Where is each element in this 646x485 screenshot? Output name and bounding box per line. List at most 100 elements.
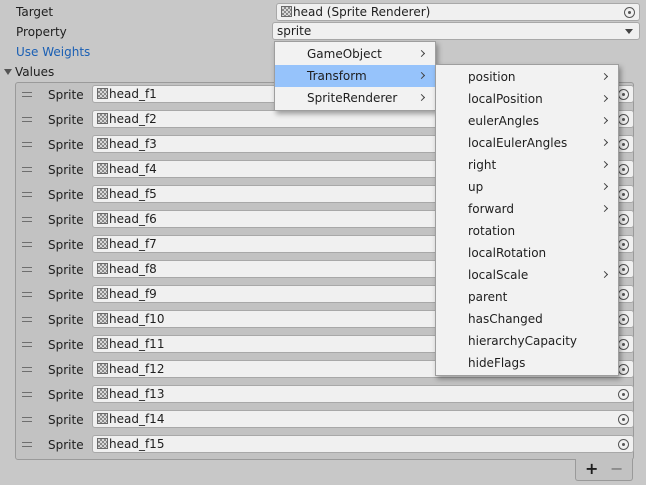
- object-picker-icon[interactable]: [624, 7, 635, 18]
- sprite-value: head_f8: [109, 262, 157, 276]
- object-picker-icon[interactable]: [618, 289, 629, 300]
- sprite-value: head_f12: [109, 362, 165, 376]
- object-picker-icon[interactable]: [618, 339, 629, 350]
- drag-handle-icon[interactable]: [22, 292, 32, 297]
- element-label: Sprite: [48, 163, 84, 177]
- object-picker-icon[interactable]: [618, 264, 629, 275]
- drag-handle-icon[interactable]: [22, 142, 32, 147]
- object-picker-icon[interactable]: [618, 139, 629, 150]
- submenu-item-label: hasChanged: [468, 312, 543, 326]
- chevron-right-icon: [417, 49, 426, 58]
- object-picker-icon[interactable]: [618, 414, 629, 425]
- sprite-icon: [97, 338, 108, 349]
- object-picker-icon[interactable]: [618, 389, 629, 400]
- element-label: Sprite: [48, 288, 84, 302]
- drag-handle-icon[interactable]: [22, 242, 32, 247]
- sprite-value: head_f5: [109, 187, 157, 201]
- element-label: Sprite: [48, 363, 84, 377]
- target-field[interactable]: head (Sprite Renderer): [276, 3, 640, 21]
- property-dropdown[interactable]: sprite: [272, 22, 640, 40]
- sprite-icon: [97, 113, 108, 124]
- element-label: Sprite: [48, 438, 84, 452]
- property-label: Property: [16, 25, 67, 39]
- drag-handle-icon[interactable]: [22, 192, 32, 197]
- menu-item-transform[interactable]: Transform: [275, 65, 435, 87]
- submenu-item-label: hierarchyCapacity: [468, 334, 578, 348]
- sprite-icon: [97, 288, 108, 299]
- list-item: Sprite head_f15: [16, 433, 634, 458]
- sprite-icon: [97, 413, 108, 424]
- submenu-item-label: forward: [468, 202, 515, 216]
- drag-handle-icon[interactable]: [22, 217, 32, 222]
- object-picker-icon[interactable]: [618, 189, 629, 200]
- drag-handle-icon[interactable]: [22, 367, 32, 372]
- submenu-item-parent[interactable]: parent: [436, 286, 618, 308]
- remove-element-button[interactable]: −: [610, 459, 623, 479]
- sprite-field[interactable]: head_f15: [92, 435, 634, 453]
- object-picker-icon[interactable]: [618, 214, 629, 225]
- target-label: Target: [16, 5, 54, 19]
- sprite-icon: [97, 213, 108, 224]
- element-label: Sprite: [48, 113, 84, 127]
- drag-handle-icon[interactable]: [22, 92, 32, 97]
- submenu-item-localrotation[interactable]: localRotation: [436, 242, 618, 264]
- submenu-item-localscale[interactable]: localScale: [436, 264, 618, 286]
- property-menu: GameObject Transform SpriteRenderer: [274, 41, 436, 111]
- object-picker-icon[interactable]: [618, 314, 629, 325]
- submenu-item-right[interactable]: right: [436, 154, 618, 176]
- drag-handle-icon[interactable]: [22, 117, 32, 122]
- submenu-item-label: localEulerAngles: [468, 136, 568, 150]
- sprite-field[interactable]: head_f14: [92, 410, 634, 428]
- chevron-right-icon: [600, 270, 609, 279]
- submenu-item-label: hideFlags: [468, 356, 526, 370]
- submenu-item-up[interactable]: up: [436, 176, 618, 198]
- object-picker-icon[interactable]: [618, 164, 629, 175]
- submenu-item-position[interactable]: position: [436, 66, 618, 88]
- sprite-icon: [97, 438, 108, 449]
- menu-item-label: GameObject: [307, 47, 382, 61]
- submenu-item-forward[interactable]: forward: [436, 198, 618, 220]
- sprite-icon: [97, 363, 108, 374]
- submenu-item-eulerangles[interactable]: eulerAngles: [436, 110, 618, 132]
- element-label: Sprite: [48, 88, 84, 102]
- drag-handle-icon[interactable]: [22, 317, 32, 322]
- sprite-icon: [97, 313, 108, 324]
- submenu-item-hierarchycapacity[interactable]: hierarchyCapacity: [436, 330, 618, 352]
- object-picker-icon[interactable]: [618, 239, 629, 250]
- submenu-item-label: localPosition: [468, 92, 543, 106]
- element-label: Sprite: [48, 213, 84, 227]
- object-picker-icon[interactable]: [618, 114, 629, 125]
- drag-handle-icon[interactable]: [22, 167, 32, 172]
- object-picker-icon[interactable]: [618, 364, 629, 375]
- sprite-value: head_f15: [109, 437, 165, 451]
- values-foldout[interactable]: Values: [4, 64, 54, 80]
- object-picker-icon[interactable]: [618, 439, 629, 450]
- target-value: head (Sprite Renderer): [293, 5, 431, 19]
- submenu-item-hideflags[interactable]: hideFlags: [436, 352, 618, 374]
- menu-item-spriterenderer[interactable]: SpriteRenderer: [275, 87, 435, 109]
- object-picker-icon[interactable]: [618, 89, 629, 100]
- submenu-item-localeulerangles[interactable]: localEulerAngles: [436, 132, 618, 154]
- drag-handle-icon[interactable]: [22, 417, 32, 422]
- drag-handle-icon[interactable]: [22, 342, 32, 347]
- sprite-icon: [97, 263, 108, 274]
- submenu-item-rotation[interactable]: rotation: [436, 220, 618, 242]
- menu-item-gameobject[interactable]: GameObject: [275, 43, 435, 65]
- menu-item-label: SpriteRenderer: [307, 91, 398, 105]
- sprite-value: head_f7: [109, 237, 157, 251]
- drag-handle-icon[interactable]: [22, 392, 32, 397]
- sprite-value: head_f3: [109, 137, 157, 151]
- submenu-item-label: localRotation: [468, 246, 547, 260]
- drag-handle-icon[interactable]: [22, 267, 32, 272]
- sprite-field[interactable]: head_f13: [92, 385, 634, 403]
- submenu-item-label: rotation: [468, 224, 516, 238]
- sprite-icon: [97, 88, 108, 99]
- submenu-item-haschanged[interactable]: hasChanged: [436, 308, 618, 330]
- drag-handle-icon[interactable]: [22, 442, 32, 447]
- submenu-item-localposition[interactable]: localPosition: [436, 88, 618, 110]
- sprite-value: head_f2: [109, 112, 157, 126]
- menu-item-label: Transform: [307, 69, 367, 83]
- use-weights-link[interactable]: Use Weights: [16, 44, 90, 60]
- add-element-button[interactable]: +: [585, 459, 598, 479]
- chevron-right-icon: [600, 182, 609, 191]
